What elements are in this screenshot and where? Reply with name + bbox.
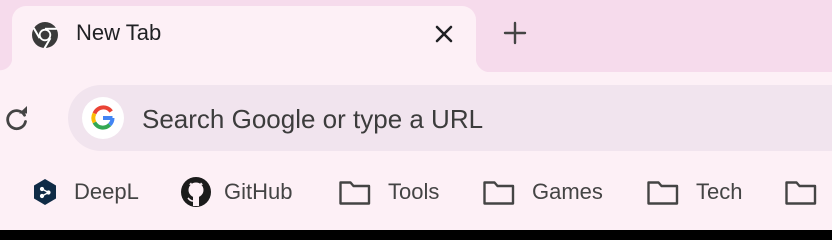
plus-icon: [503, 21, 527, 45]
reload-icon: [6, 106, 27, 131]
bookmarks-bar: DeepL GitHub Tools Games Tech: [0, 170, 832, 214]
bookmark-label: Games: [532, 179, 603, 204]
omnibox[interactable]: Search Google or type a URL: [68, 85, 832, 151]
close-tab-button[interactable]: [432, 22, 456, 46]
bookmark-label: GitHub: [224, 179, 293, 204]
toolbar: Search Google or type a URL DeepL GitHub…: [0, 72, 832, 230]
folder-icon: [785, 181, 817, 205]
bookmark-label: DeepL: [74, 179, 139, 204]
github-logo-icon: [181, 177, 211, 207]
tab-corner-right: [476, 58, 490, 72]
tab-corner-left: [0, 58, 12, 72]
bookmark-github[interactable]: GitHub: [180, 170, 306, 214]
folder-icon: [339, 181, 371, 205]
bookmark-folder[interactable]: [784, 170, 832, 214]
active-tab[interactable]: New Tab: [12, 6, 476, 72]
new-tab-button[interactable]: [500, 18, 530, 48]
bookmark-folder-tech[interactable]: Tech: [646, 170, 752, 214]
folder-icon: [483, 181, 515, 205]
reload-button[interactable]: [2, 104, 32, 134]
tab-title: New Tab: [76, 20, 162, 45]
bookmark-label: Tools: [388, 179, 440, 204]
deepl-logo-icon: [34, 179, 56, 205]
omnibox-placeholder: Search Google or type a URL: [142, 104, 484, 134]
close-icon: [435, 25, 453, 43]
tab-strip: New Tab: [0, 0, 832, 72]
bookmark-deepl[interactable]: DeepL: [32, 170, 150, 214]
bookmark-label: Tech: [696, 179, 743, 204]
google-g-icon: [82, 97, 124, 139]
chrome-logo-icon: [30, 20, 60, 50]
folder-icon: [647, 181, 679, 205]
bookmark-folder-tools[interactable]: Tools: [338, 170, 450, 214]
bookmark-folder-games[interactable]: Games: [482, 170, 612, 214]
